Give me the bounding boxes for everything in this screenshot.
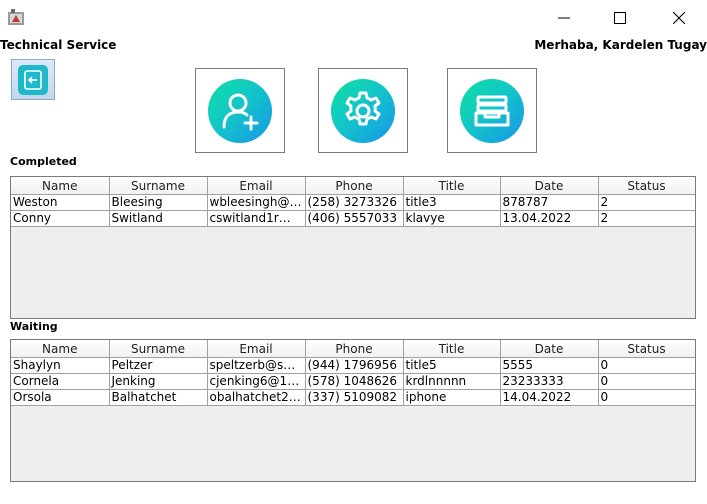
cell-surname[interactable]: Switland <box>109 210 208 227</box>
app-logo-icon <box>7 9 25 26</box>
cell-surname[interactable]: Jenking <box>109 373 208 390</box>
table-row[interactable]: Conny Switland cswitland1r@pr... (406) 5… <box>11 210 695 227</box>
cell-title[interactable]: title3 <box>403 194 501 211</box>
cell-surname[interactable]: Bleesing <box>109 194 208 211</box>
table-row[interactable]: Shaylyn Peltzer speltzerb@seat... (944) … <box>11 357 695 374</box>
column-header-surname[interactable]: Surname <box>109 340 208 358</box>
cell-date[interactable]: 5555 <box>500 357 599 374</box>
cell-status[interactable]: 0 <box>598 389 695 406</box>
cell-phone[interactable]: (337) 5109082 <box>305 389 404 406</box>
waiting-table[interactable]: Name Surname Email Phone Title Date Stat… <box>10 339 696 482</box>
column-header-name[interactable]: Name <box>11 340 110 358</box>
cell-name[interactable]: Cornela <box>11 373 110 390</box>
completed-section-label: Completed <box>10 155 77 168</box>
cell-title[interactable]: iphone <box>403 389 501 406</box>
cell-title[interactable]: krdlnnnnn <box>403 373 501 390</box>
user-greeting: Merhaba, Kardelen Tugay <box>534 38 707 52</box>
completed-table[interactable]: Name Surname Email Phone Title Date Stat… <box>10 176 696 319</box>
close-button[interactable] <box>656 0 702 36</box>
maximize-icon <box>614 12 626 24</box>
column-header-name[interactable]: Name <box>11 177 110 195</box>
cell-name[interactable]: Conny <box>11 210 110 227</box>
column-header-status[interactable]: Status <box>598 340 695 358</box>
cell-date[interactable]: 14.04.2022 <box>500 389 599 406</box>
cell-date[interactable]: 878787 <box>500 194 599 211</box>
cell-email[interactable]: wbleesingh@fl... <box>207 194 306 211</box>
cell-email[interactable]: obalhatchet2p.... <box>207 389 306 406</box>
waiting-section-label: Waiting <box>10 320 58 333</box>
table-row[interactable]: Weston Bleesing wbleesingh@fl... (258) 3… <box>11 194 695 211</box>
logout-icon <box>24 69 42 90</box>
table-header: Name Surname Email Phone Title Date Stat… <box>11 340 695 358</box>
cell-email[interactable]: cswitland1r@pr... <box>207 210 306 227</box>
cell-email[interactable]: cjenking6@163.... <box>207 373 306 390</box>
cell-status[interactable]: 2 <box>598 210 695 227</box>
cell-date[interactable]: 23233333 <box>500 373 599 390</box>
minimize-icon <box>558 17 570 19</box>
column-header-status[interactable]: Status <box>598 177 695 195</box>
column-header-title[interactable]: Title <box>403 177 501 195</box>
cell-phone[interactable]: (578) 1048626 <box>305 373 404 390</box>
column-header-phone[interactable]: Phone <box>305 177 404 195</box>
cell-name[interactable]: Weston <box>11 194 110 211</box>
cell-status[interactable]: 0 <box>598 357 695 374</box>
cell-name[interactable]: Orsola <box>11 389 110 406</box>
cell-surname[interactable]: Balhatchet <box>109 389 208 406</box>
column-header-surname[interactable]: Surname <box>109 177 208 195</box>
cell-status[interactable]: 0 <box>598 373 695 390</box>
column-header-email[interactable]: Email <box>207 340 306 358</box>
table-row[interactable]: Cornela Jenking cjenking6@163.... (578) … <box>11 373 695 390</box>
cell-phone[interactable]: (406) 5557033 <box>305 210 404 227</box>
cell-status[interactable]: 2 <box>598 194 695 211</box>
column-header-phone[interactable]: Phone <box>305 340 404 358</box>
logout-button[interactable] <box>11 59 55 100</box>
archive-tray-icon <box>474 95 510 126</box>
cell-surname[interactable]: Peltzer <box>109 357 208 374</box>
cell-title[interactable]: klavye <box>403 210 501 227</box>
cell-phone[interactable]: (258) 3273326 <box>305 194 404 211</box>
cell-email[interactable]: speltzerb@seat... <box>207 357 306 374</box>
cell-date[interactable]: 13.04.2022 <box>500 210 599 227</box>
column-header-date[interactable]: Date <box>500 340 599 358</box>
app-title: Technical Service <box>0 38 117 52</box>
archive-button[interactable] <box>447 68 537 153</box>
cell-title[interactable]: title5 <box>403 357 501 374</box>
cell-name[interactable]: Shaylyn <box>11 357 110 374</box>
minimize-button[interactable] <box>541 0 587 36</box>
table-row[interactable]: Orsola Balhatchet obalhatchet2p.... (337… <box>11 389 695 406</box>
maximize-button[interactable] <box>597 0 643 36</box>
table-header: Name Surname Email Phone Title Date Stat… <box>11 177 695 195</box>
settings-gear-icon <box>345 91 381 125</box>
column-header-date[interactable]: Date <box>500 177 599 195</box>
add-user-icon <box>222 93 259 130</box>
cell-phone[interactable]: (944) 1796956 <box>305 357 404 374</box>
close-icon <box>673 12 685 24</box>
column-header-email[interactable]: Email <box>207 177 306 195</box>
add-user-button[interactable] <box>195 68 285 153</box>
settings-button[interactable] <box>318 68 408 153</box>
column-header-title[interactable]: Title <box>403 340 501 358</box>
